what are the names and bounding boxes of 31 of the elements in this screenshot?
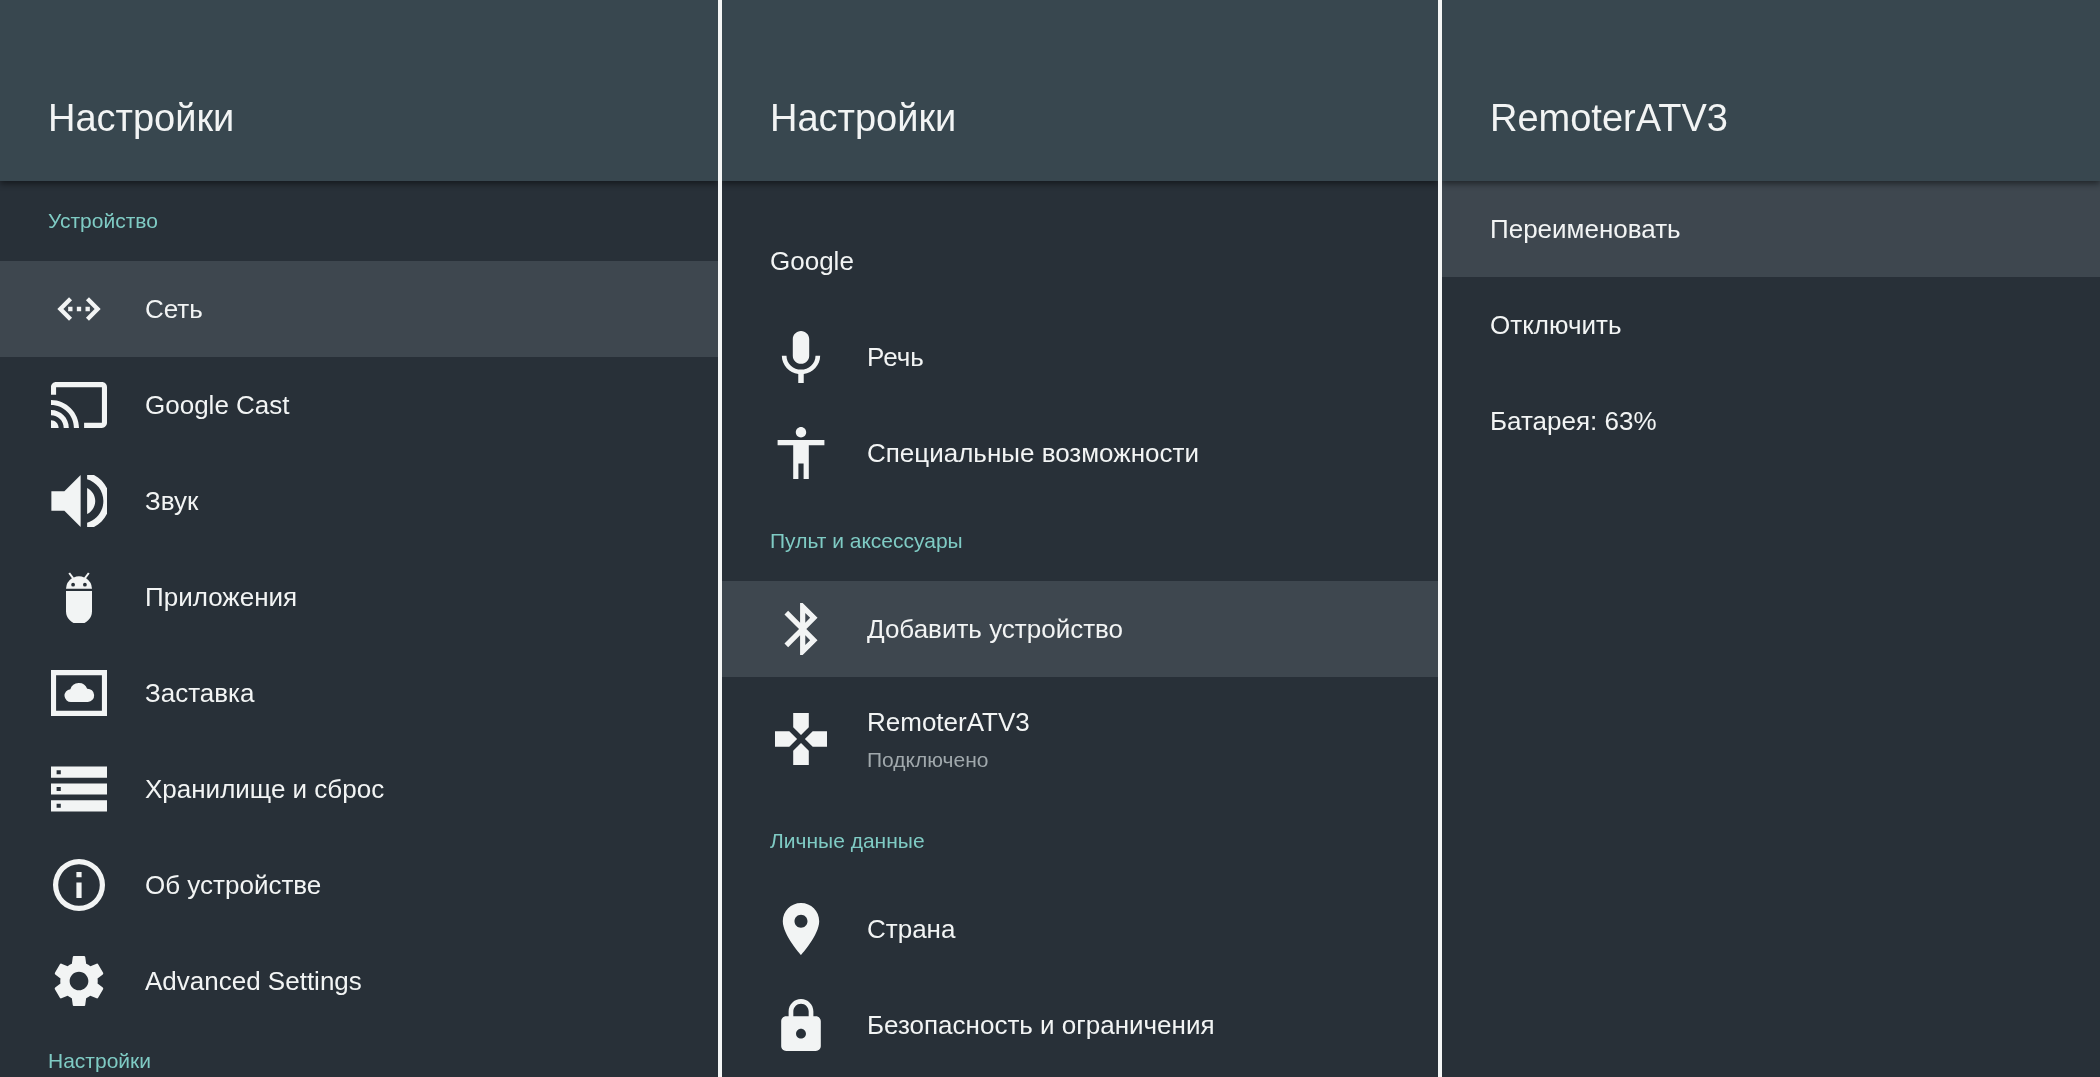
menu-item[interactable]: Звук	[0, 453, 718, 549]
menu-item[interactable]: Об устройстве	[0, 837, 718, 933]
panel-title: Настройки	[770, 97, 957, 140]
menu-item[interactable]: RemoterATV3 Подключено	[722, 677, 1438, 801]
menu-item[interactable]: Батарея: 63%	[1442, 373, 2100, 469]
dpad-icon	[773, 713, 829, 765]
menu-item[interactable]: Переименовать	[1442, 181, 2100, 277]
section-heading: Личные данные	[770, 829, 925, 853]
menu-item[interactable]: Google Cast	[0, 357, 718, 453]
panel-title: Настройки	[48, 97, 235, 140]
menu-item[interactable]: Отключить	[1442, 277, 2100, 373]
menu-item[interactable]: Сеть	[0, 261, 718, 357]
menu-item[interactable]: Advanced Settings	[0, 933, 718, 1029]
menu-item[interactable]: Безопасность и ограничения	[722, 977, 1438, 1073]
status-text: Подключено	[867, 747, 990, 772]
menu-item[interactable]: Специальные возможности	[722, 405, 1438, 501]
panel-title: RemoterATV3	[1490, 97, 1728, 140]
menu-item[interactable]: Речь	[722, 309, 1438, 405]
section-heading: Пульт и аксессуары	[770, 529, 963, 553]
menu-item[interactable]: Google	[722, 213, 1438, 309]
cloud-screen-icon	[51, 667, 107, 719]
menu-item[interactable]: Заставка	[0, 645, 718, 741]
section-heading: Устройство	[48, 209, 158, 233]
cast-icon	[51, 379, 107, 431]
speaker-icon	[51, 475, 107, 527]
section-heading: Настройки	[48, 1049, 151, 1073]
menu-item[interactable]: Страна	[722, 881, 1438, 977]
menu-item[interactable]: Приложения	[0, 549, 718, 645]
menu-item[interactable]: Хранилище и сброс	[0, 741, 718, 837]
menu-item[interactable]: Добавить устройство	[722, 581, 1438, 677]
info-icon	[51, 859, 107, 911]
